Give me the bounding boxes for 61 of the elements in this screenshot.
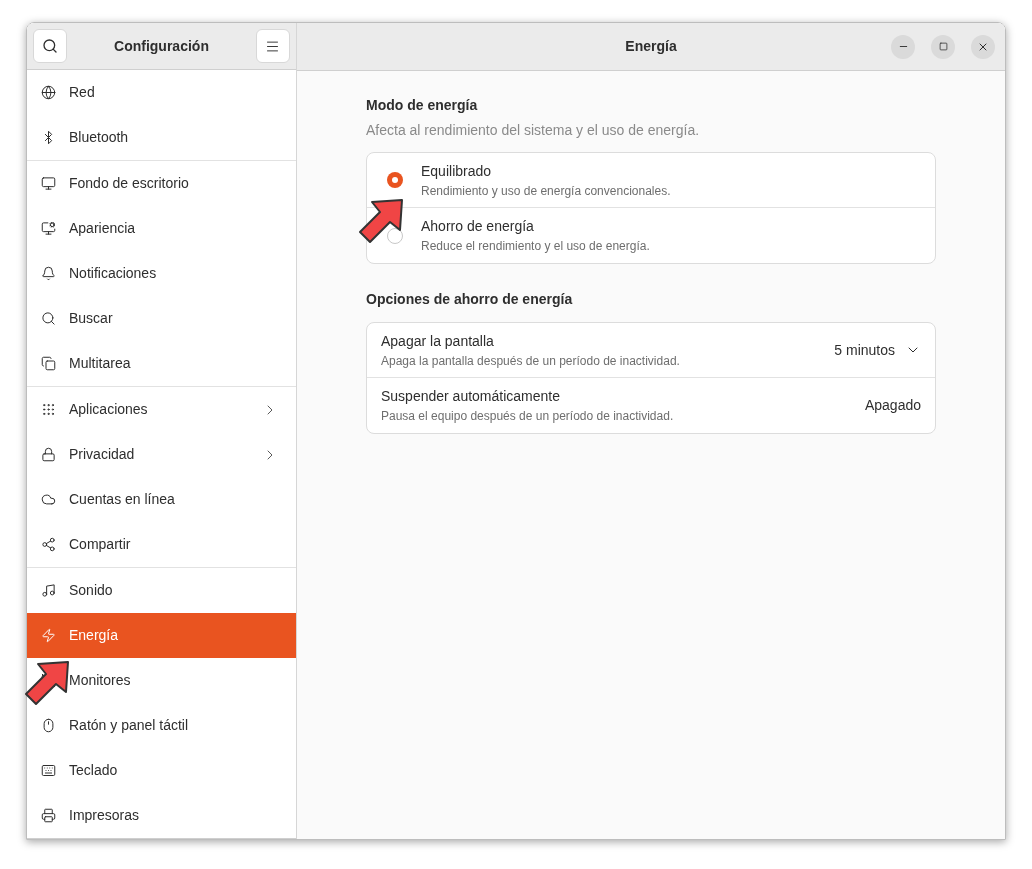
sidebar-item-label: Aplicaciones (69, 400, 149, 419)
option-subtitle: Reduce el rendimiento y el uso de energía. (421, 238, 650, 255)
sidebar-item-label: Buscar (69, 309, 114, 328)
lightning-icon (41, 628, 56, 643)
sidebar-item-label: Apariencia (69, 219, 137, 238)
setting-subtitle: Apaga la pantalla después de un período de inactividad. (381, 352, 681, 370)
menu-icon (265, 38, 281, 54)
keyboard-icon (41, 763, 56, 778)
sidebar-item-label: Energía (69, 626, 120, 645)
music-note-icon (41, 583, 56, 598)
monitor-icon (41, 176, 56, 191)
close-button[interactable] (971, 34, 995, 59)
setting-row[interactable]: Apagar la pantalla Apaga la pantalla después de un período de inactividad. 5 minutos (367, 323, 935, 378)
share-icon (41, 537, 56, 552)
option-title: Equilibrado (421, 161, 493, 181)
setting-value: Apagado (864, 396, 921, 415)
annotation-arrow (22, 658, 72, 708)
sidebar-item-label: Teclado (69, 761, 119, 780)
option-subtitle: Rendimiento y uso de energía convencionales. (421, 182, 671, 200)
section-heading: Opciones de ahorro de energía (366, 290, 574, 309)
sidebar-item-label: Bluetooth (69, 128, 130, 147)
lock-icon (41, 447, 56, 462)
grid-icon (41, 402, 56, 417)
sidebar-item-label: Notificaciones (69, 264, 158, 283)
monitor-icon (41, 221, 56, 236)
printer-icon (41, 808, 56, 823)
maximize-button[interactable] (931, 34, 955, 59)
radio-button[interactable] (387, 172, 403, 188)
sidebar-item-label: Fondo de escritorio (69, 174, 190, 193)
sidebar-item-label: Multitarea (69, 354, 132, 373)
windows-icon (41, 356, 56, 371)
timeout-dropdown[interactable]: 5 minutos (834, 339, 921, 361)
radio-button[interactable] (387, 227, 403, 244)
section-heading: Modo de energía (366, 96, 479, 115)
bell-icon (41, 266, 56, 281)
sidebar-item-label: Sonido (69, 581, 114, 600)
sidebar-item-label: Compartir (69, 535, 132, 554)
sidebar-title: Configuración (114, 36, 209, 56)
sidebar-item-label: Cuentas en línea (69, 490, 176, 509)
mouse-icon (41, 718, 56, 733)
sidebar-item-label: Monitores (69, 671, 132, 690)
option-title: Ahorro de energía (421, 217, 535, 236)
maximize-icon (938, 42, 948, 51)
setting-title: Suspender automáticamente (381, 387, 561, 406)
annotation-arrow (356, 196, 406, 246)
cloud-icon (41, 492, 56, 507)
sidebar-item-label: Ratón y panel táctil (69, 716, 190, 735)
search-icon (41, 311, 56, 326)
sidebar-item-label: Impresoras (69, 806, 141, 825)
sidebar-item-label: Privacidad (69, 445, 136, 464)
window-title: Energía (625, 37, 677, 56)
sidebar-item[interactable]: Energía (27, 613, 296, 658)
search-icon (42, 38, 58, 54)
globe-icon (41, 85, 56, 100)
menu-button[interactable] (256, 29, 290, 63)
setting-row[interactable]: Suspender automáticamente Pausa el equipo después de un período de inactividad. Apagado (367, 378, 935, 433)
sidebar-item-label: Red (69, 83, 96, 102)
search-button[interactable] (33, 29, 67, 63)
section-description: Afecta al rendimiento del sistema y el uso de energía. (366, 121, 701, 140)
setting-subtitle: Pausa el equipo después de un período de inactividad. (381, 408, 675, 425)
setting-title: Apagar la pantalla (381, 331, 495, 351)
